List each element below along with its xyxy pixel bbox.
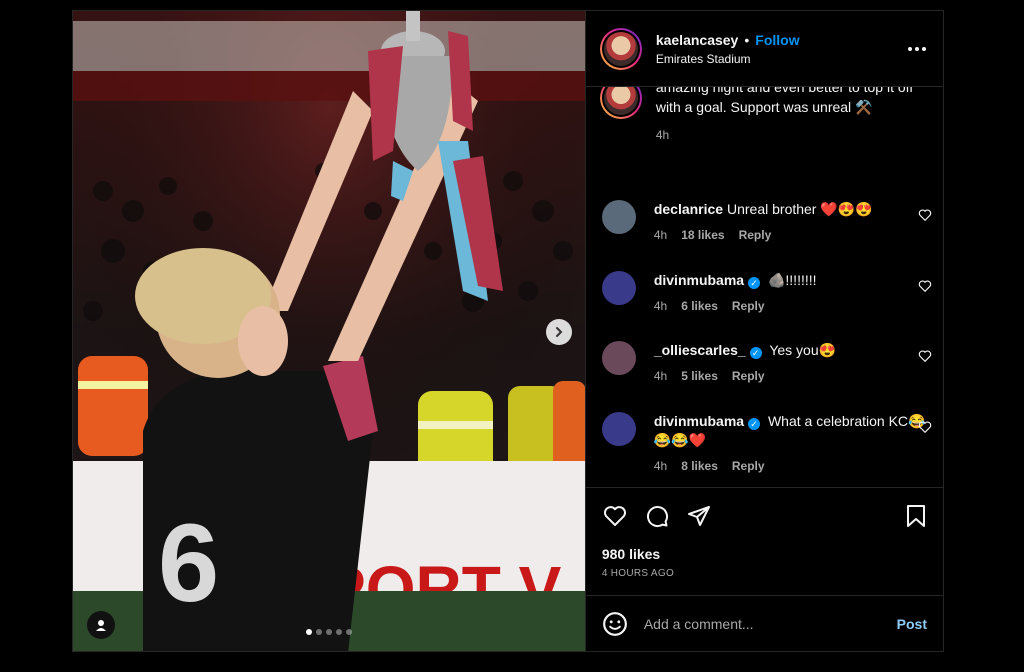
save-button[interactable] — [903, 503, 929, 529]
heart-icon[interactable] — [918, 420, 932, 434]
carousel-dot — [305, 629, 312, 635]
heart-icon[interactable] — [918, 208, 932, 222]
comment-item: _olliescarles_ ✓ Yes you😍 4h 5 likes Repl… — [601, 341, 932, 386]
emoji-icon[interactable] — [602, 611, 628, 637]
comment-text: Unreal brother ❤️😍😍 — [726, 201, 873, 217]
add-comment-bar: Post — [585, 595, 943, 651]
comment-button[interactable] — [644, 503, 670, 529]
separator-dot: • — [744, 31, 750, 48]
comment-likes[interactable]: 6 likes — [681, 297, 718, 316]
commenter-avatar[interactable] — [601, 341, 636, 375]
stadium-photo: PORT V 6 — [73, 11, 585, 651]
post-modal: PORT V 6 kaelancasey • Follow Emirates S… — [72, 10, 944, 652]
post-caption: amazing night and even better to top it … — [599, 87, 930, 145]
reply-button[interactable]: Reply — [739, 226, 772, 245]
share-button[interactable] — [686, 503, 712, 529]
commenter-username[interactable]: divinmubama — [654, 272, 744, 288]
caption-text: amazing night and even better to top it … — [655, 87, 914, 115]
author-avatar[interactable] — [599, 27, 642, 70]
comment-likes[interactable]: 5 likes — [681, 367, 718, 386]
comment-icon — [646, 506, 668, 528]
commenter-username[interactable]: declanrice — [654, 201, 723, 217]
location-link[interactable]: Emirates Stadium — [656, 52, 905, 66]
next-photo-button[interactable] — [545, 319, 572, 345]
post-photo[interactable]: PORT V 6 — [73, 11, 585, 651]
follow-button[interactable]: Follow — [755, 32, 799, 48]
comment-likes[interactable]: 8 likes — [681, 457, 718, 476]
heart-icon[interactable] — [918, 279, 932, 293]
comment-text: Yes you😍 — [769, 342, 837, 358]
post-comment-button[interactable]: Post — [897, 616, 927, 632]
comment-text: 🪨!!!!!!!! — [767, 272, 817, 288]
comment-item: divinmubama ✓ 🪨!!!!!!!! 4h 6 likes Reply — [601, 271, 932, 316]
carousel-indicator — [73, 629, 585, 635]
comment-time: 4h — [653, 228, 668, 242]
reply-button[interactable]: Reply — [732, 367, 765, 386]
carousel-dot — [315, 629, 322, 635]
posted-time: 4 HOURS AGO — [601, 568, 675, 579]
shirt-number: 6 — [158, 502, 219, 625]
heart-icon — [603, 506, 626, 526]
post-side-panel: kaelancasey • Follow Emirates Stadium am… — [584, 11, 943, 651]
author-username[interactable]: kaelancasey — [656, 32, 739, 48]
heart-icon[interactable] — [918, 349, 932, 363]
verified-badge-icon: ✓ — [748, 418, 761, 430]
comment-item: divinmubama ✓ What a celebration KC😂😂😂❤️ … — [601, 412, 932, 476]
chevron-right-icon — [555, 327, 563, 337]
verified-badge-icon: ✓ — [748, 277, 761, 289]
bookmark-icon — [907, 505, 925, 527]
caption-avatar[interactable] — [599, 87, 642, 119]
carousel-dot — [345, 629, 352, 635]
commenter-avatar[interactable] — [601, 271, 636, 305]
reply-button[interactable]: Reply — [732, 457, 765, 476]
commenter-username[interactable]: _olliescarles_ — [654, 342, 746, 358]
carousel-dot — [335, 629, 342, 635]
comment-time: 4h — [653, 459, 668, 473]
commenter-avatar[interactable] — [601, 412, 636, 446]
caption-time: 4h — [655, 128, 670, 142]
more-horizontal-icon — [908, 46, 926, 51]
reply-button[interactable]: Reply — [732, 297, 765, 316]
comment-item: declanrice Unreal brother ❤️😍😍 4h 18 lik… — [601, 200, 932, 245]
comment-input[interactable] — [643, 615, 897, 632]
post-header: kaelancasey • Follow Emirates Stadium — [585, 11, 943, 87]
like-button[interactable] — [602, 503, 628, 529]
send-icon — [687, 506, 710, 526]
likes-count[interactable]: 980 likes — [602, 546, 929, 562]
verified-badge-icon: ✓ — [749, 347, 762, 359]
comment-time: 4h — [653, 369, 668, 383]
more-options-button[interactable] — [905, 37, 929, 61]
comment-likes[interactable]: 18 likes — [681, 226, 724, 245]
post-actions: 980 likes 4 HOURS AGO — [585, 487, 943, 595]
carousel-dot — [325, 629, 332, 635]
commenter-avatar[interactable] — [601, 200, 636, 234]
commenter-username[interactable]: divinmubama — [654, 413, 744, 429]
comment-time: 4h — [653, 299, 668, 313]
comments-list[interactable]: amazing night and even better to top it … — [586, 87, 943, 487]
